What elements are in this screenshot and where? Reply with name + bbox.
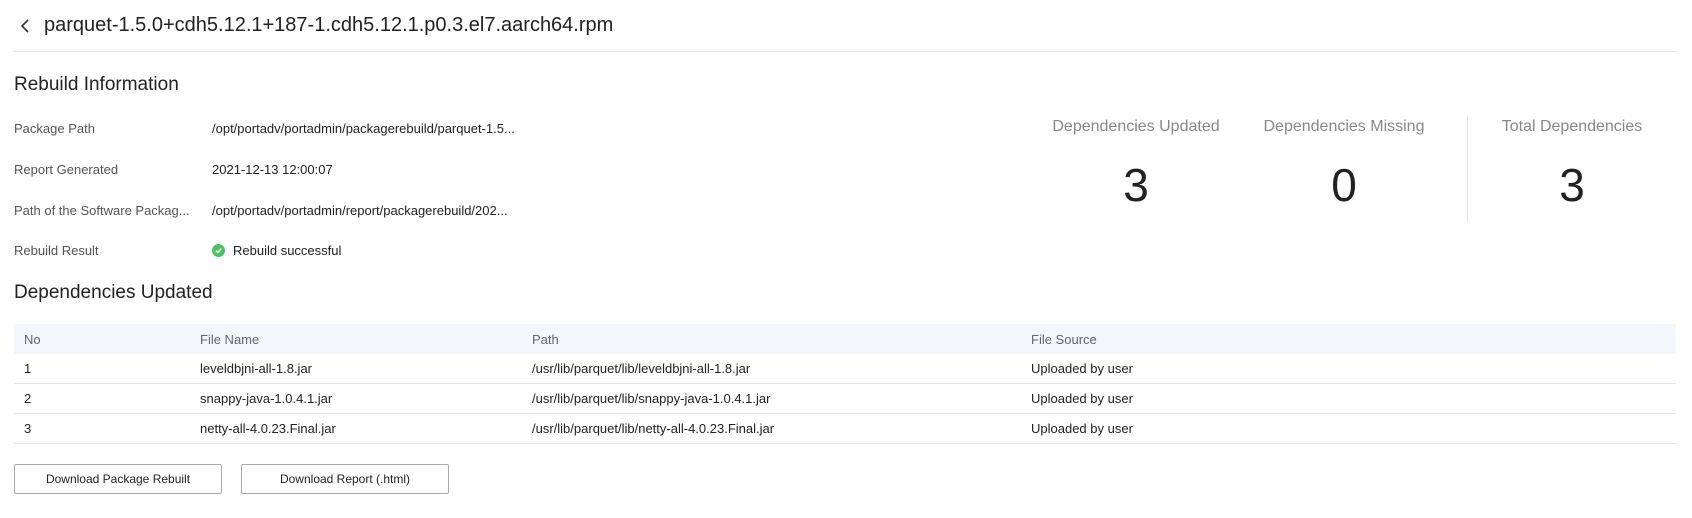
download-package-rebuilt-button[interactable]: Download Package Rebuilt bbox=[14, 464, 222, 494]
download-report-html-button[interactable]: Download Report (.html) bbox=[241, 464, 449, 494]
page-header: parquet-1.5.0+cdh5.12.1+187-1.cdh5.12.1.… bbox=[14, 0, 1676, 52]
column-header-file-name: File Name bbox=[190, 324, 522, 354]
table-header-row: No File Name Path File Source bbox=[14, 324, 1676, 354]
info-row-report-generated: Report Generated 2021-12-13 12:00:07 bbox=[14, 157, 333, 181]
info-row-software-package-path: Path of the Software Packag... /opt/port… bbox=[14, 198, 508, 222]
stat-dependencies-missing: Dependencies Missing 0 bbox=[1244, 118, 1444, 212]
cell-no: 1 bbox=[14, 354, 190, 384]
package-path-value: /opt/portadv/portadmin/packagerebuild/pa… bbox=[212, 120, 515, 136]
rebuild-report-page: parquet-1.5.0+cdh5.12.1+187-1.cdh5.12.1.… bbox=[0, 0, 1692, 518]
cell-file-name: snappy-java-1.0.4.1.jar bbox=[190, 383, 522, 414]
info-row-rebuild-result: Rebuild Result Rebuild successful bbox=[14, 238, 341, 262]
stat-total-dependencies: Total Dependencies 3 bbox=[1472, 118, 1672, 212]
rebuild-result-text: Rebuild successful bbox=[233, 242, 342, 258]
cell-file-source: Uploaded by user bbox=[1021, 383, 1676, 414]
table-row: 2 snappy-java-1.0.4.1.jar /usr/lib/parqu… bbox=[14, 383, 1676, 414]
column-header-no: No bbox=[14, 324, 190, 354]
report-generated-value: 2021-12-13 12:00:07 bbox=[212, 161, 333, 177]
column-header-path: Path bbox=[522, 324, 1021, 354]
rebuild-result-value: Rebuild successful bbox=[212, 243, 341, 258]
stat-label: Dependencies Updated bbox=[1052, 118, 1220, 135]
dependencies-updated-heading: Dependencies Updated bbox=[14, 282, 213, 303]
cell-no: 2 bbox=[14, 383, 190, 414]
column-header-file-source: File Source bbox=[1021, 324, 1676, 354]
stat-value: 3 bbox=[1559, 159, 1585, 211]
rebuild-information-heading: Rebuild Information bbox=[14, 74, 179, 95]
cell-file-source: Uploaded by user bbox=[1021, 413, 1676, 444]
cell-file-name: leveldbjni-all-1.8.jar bbox=[190, 354, 522, 384]
check-circle-icon bbox=[212, 243, 225, 257]
cell-path: /usr/lib/parquet/lib/leveldbjni-all-1.8.… bbox=[522, 354, 1021, 384]
info-label: Report Generated bbox=[14, 161, 119, 177]
stat-dependencies-updated: Dependencies Updated 3 bbox=[1036, 118, 1236, 212]
stat-divider bbox=[1467, 117, 1468, 222]
cell-path: /usr/lib/parquet/lib/snappy-java-1.0.4.1… bbox=[522, 383, 1021, 414]
software-package-path-value: /opt/portadv/portadmin/report/packagereb… bbox=[212, 202, 508, 218]
stat-value: 3 bbox=[1123, 159, 1149, 211]
info-label: Rebuild Result bbox=[14, 242, 99, 258]
cell-file-source: Uploaded by user bbox=[1021, 354, 1676, 384]
info-row-package-path: Package Path /opt/portadv/portadmin/pack… bbox=[14, 116, 515, 140]
stat-label: Dependencies Missing bbox=[1263, 118, 1425, 135]
stat-value: 0 bbox=[1331, 159, 1357, 211]
cell-file-name: netty-all-4.0.23.Final.jar bbox=[190, 413, 522, 444]
dependencies-table: No File Name Path File Source 1 leveldbj… bbox=[14, 324, 1676, 444]
cell-path: /usr/lib/parquet/lib/netty-all-4.0.23.Fi… bbox=[522, 413, 1021, 444]
info-label: Package Path bbox=[14, 120, 95, 136]
cell-no: 3 bbox=[14, 413, 190, 444]
table-row: 1 leveldbjni-all-1.8.jar /usr/lib/parque… bbox=[14, 354, 1676, 384]
back-icon[interactable] bbox=[14, 15, 36, 37]
stat-label: Total Dependencies bbox=[1501, 118, 1643, 135]
info-label: Path of the Software Packag... bbox=[14, 202, 190, 218]
table-row: 3 netty-all-4.0.23.Final.jar /usr/lib/pa… bbox=[14, 413, 1676, 444]
page-title: parquet-1.5.0+cdh5.12.1+187-1.cdh5.12.1.… bbox=[44, 14, 614, 36]
